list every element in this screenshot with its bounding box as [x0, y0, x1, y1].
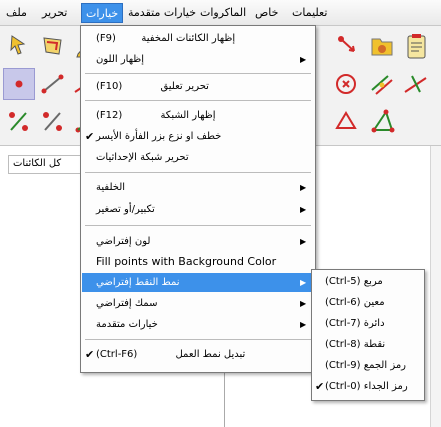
move-tool-button[interactable]: [37, 30, 69, 62]
clipboard-icon: [407, 34, 426, 59]
submenu-item-circle[interactable]: (Ctrl-7) دائرة: [313, 314, 423, 334]
folder-gear-icon: [371, 38, 393, 56]
menu-item-edit-coord-grid[interactable]: تحرير شبكة الإحداثيات: [82, 148, 314, 167]
menu-item-label: Fill points with Background Color: [96, 255, 277, 268]
perpendicular-icon: [404, 75, 427, 93]
menu-item-label: (F10) تحرير تعليق: [96, 81, 209, 92]
point-style-submenu: (Ctrl-5) مربع (Ctrl-6) معين (Ctrl-7) دائ…: [311, 269, 425, 401]
submenu-arrow-icon: ▶: [300, 237, 307, 246]
menu-item-label: إظهار اللون: [96, 54, 145, 65]
menu-item-label: خطف او نزع بزر الفأرة الأيسر: [96, 131, 222, 142]
menu-item-label: (Ctrl-F6) تبديل نمط العمل: [96, 349, 246, 360]
polygon-tool-button[interactable]: [330, 106, 362, 138]
menu-item-zoom[interactable]: تكبير/أو تصغير ▶: [82, 200, 314, 219]
submenu-item-label: (Ctrl-0) رمز الجداء: [325, 381, 408, 392]
menu-separator: [85, 73, 311, 74]
submenu-item-plus[interactable]: (Ctrl-9) رمز الجمع: [313, 356, 423, 376]
submenu-arrow-icon: ▶: [300, 320, 307, 329]
submenu-item-label: (Ctrl-9) رمز الجمع: [325, 360, 407, 371]
submenu-item-diamond[interactable]: (Ctrl-6) معين: [313, 293, 423, 313]
menu-item-advanced-options[interactable]: خيارات متقدمة ▶: [82, 315, 314, 334]
submenu-item-label: (Ctrl-5) مربع: [325, 276, 383, 287]
triangle-tool-button[interactable]: [366, 106, 398, 138]
submenu-item-label: (Ctrl-6) معين: [325, 297, 385, 308]
triangle-icon: [371, 109, 395, 133]
segment-icon: [41, 74, 64, 94]
parallel-icon: [371, 75, 393, 95]
parallel-tool-button[interactable]: [366, 68, 398, 100]
menu-edit[interactable]: تحرير: [42, 6, 67, 19]
pointer-icon: [10, 35, 26, 55]
menu-macros[interactable]: الماكروات: [200, 6, 246, 19]
vector-icon: [338, 36, 355, 52]
menu-item-label: تكبير/أو تصغير: [96, 204, 155, 215]
menu-item-label: خيارات متقدمة: [96, 319, 158, 330]
menu-separator: [85, 339, 311, 340]
menu-item-background[interactable]: الخلفية ▶: [82, 178, 314, 197]
submenu-item-square[interactable]: (Ctrl-5) مربع: [313, 272, 423, 292]
submenu-item-cross[interactable]: ✔ (Ctrl-0) رمز الجداء: [313, 377, 423, 397]
submenu-arrow-icon: ▶: [300, 55, 307, 64]
menu-item-default-thickness[interactable]: سمك إفتراضي ▶: [82, 294, 314, 313]
menu-advanced[interactable]: خيارات متقدمة: [128, 6, 196, 19]
checkmark-icon: ✔: [85, 348, 95, 361]
menu-item-label: سمك إفتراضي: [96, 298, 158, 309]
submenu-item-label: (Ctrl-7) دائرة: [325, 318, 385, 329]
menu-special[interactable]: خاص: [255, 6, 278, 19]
vector-tool-button[interactable]: [332, 30, 364, 62]
menu-item-label: لون إفتراضي: [96, 236, 151, 247]
options-dropdown-menu: (F9) إظهار الكائنات المخفية إظهار اللون …: [80, 25, 316, 373]
menu-item-drag-mouse[interactable]: ✔ خطف او نزع بزر الفأرة الأيسر: [82, 127, 314, 146]
circle-icon: [336, 74, 356, 94]
menu-item-fill-points[interactable]: Fill points with Background Color: [82, 252, 314, 271]
ratio-icon: [43, 112, 62, 131]
menu-item-label: تحرير شبكة الإحداثيات: [96, 152, 189, 163]
submenu-arrow-icon: ▶: [300, 278, 307, 287]
menu-options[interactable]: خيارات: [81, 3, 124, 23]
polygon-icon: [335, 111, 357, 129]
menu-separator: [85, 100, 311, 101]
menu-item-show-grid[interactable]: (F12) إظهار الشبكة: [82, 106, 314, 125]
circle-tool-button[interactable]: [330, 68, 362, 100]
submenu-arrow-icon: ▶: [300, 183, 307, 192]
menu-item-default-color[interactable]: لون إفتراضي ▶: [82, 232, 314, 251]
point-icon: [15, 80, 23, 88]
menu-item-show-hidden[interactable]: (F9) إظهار الكائنات المخفية: [82, 29, 314, 48]
vertical-scrollbar[interactable]: [430, 146, 441, 427]
checkmark-icon: ✔: [315, 380, 325, 393]
segment-tool-button[interactable]: [37, 68, 69, 100]
menu-separator: [85, 172, 311, 173]
menu-item-label: (F12) إظهار الشبكة: [96, 110, 216, 121]
all-objects-label: كل الكائنات: [13, 158, 62, 169]
pointer-tool-button[interactable]: [2, 30, 34, 62]
menu-item-label: (F9) إظهار الكائنات المخفية: [96, 33, 236, 44]
ratio-tool-button[interactable]: [37, 106, 69, 138]
menu-item-default-point-style[interactable]: نمط النقط إفتراضي ▶: [82, 273, 314, 292]
point-tool-button[interactable]: [3, 68, 35, 100]
menu-item-label: نمط النقط إفتراضي: [96, 277, 180, 288]
submenu-arrow-icon: ▶: [300, 205, 307, 214]
submenu-arrow-icon: ▶: [300, 299, 307, 308]
perpendicular-tool-button[interactable]: [400, 68, 432, 100]
percent-icon: [9, 112, 28, 131]
clipboard-tool-button[interactable]: [400, 30, 432, 62]
menu-item-label: الخلفية: [96, 182, 126, 193]
submenu-item-dot[interactable]: (Ctrl-8) نقطة: [313, 335, 423, 355]
submenu-item-label: (Ctrl-8) نقطة: [325, 339, 386, 350]
midpoint-tool-button[interactable]: [3, 106, 35, 138]
menu-item-show-color[interactable]: إظهار اللون ▶: [82, 50, 314, 69]
menu-item-switch-work-mode[interactable]: ✔ (Ctrl-F6) تبديل نمط العمل: [82, 345, 314, 364]
menu-bar: تعليمات خاص الماكروات خيارات متقدمة خيار…: [0, 0, 441, 26]
checkmark-icon: ✔: [85, 130, 95, 143]
macro-tool-button[interactable]: [366, 30, 398, 62]
menu-help[interactable]: تعليمات: [292, 6, 327, 19]
menu-file[interactable]: ملف: [6, 6, 27, 19]
menu-separator: [85, 225, 311, 226]
menu-item-edit-comment[interactable]: (F10) تحرير تعليق: [82, 77, 314, 96]
move-icon: [43, 37, 62, 55]
